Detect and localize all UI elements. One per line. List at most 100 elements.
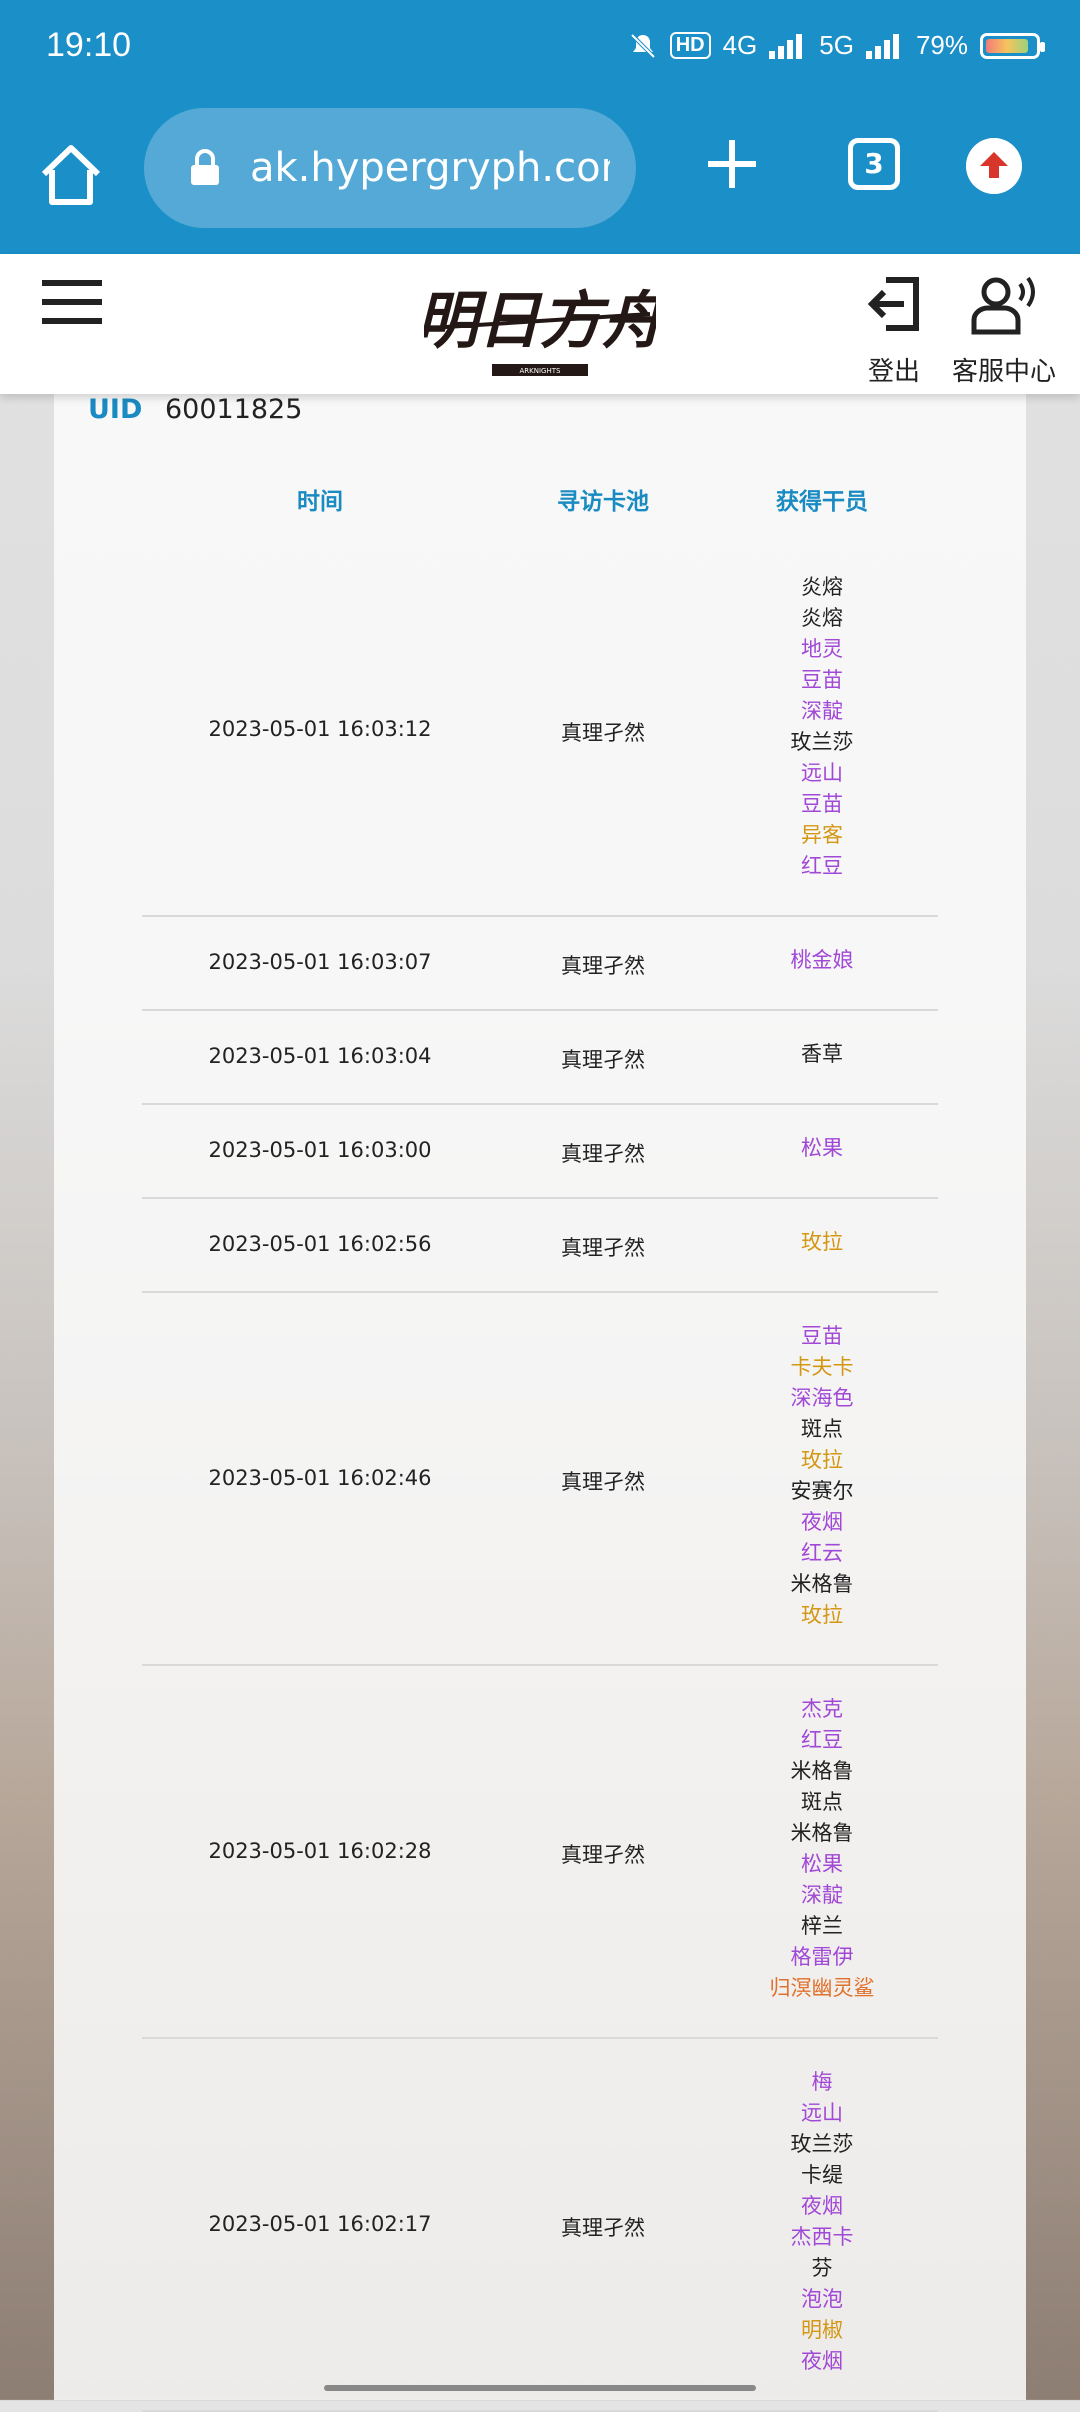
operator-name: 炎熔 xyxy=(801,574,843,599)
table-row: 2023-05-01 16:03:07 真理孑然 桃金娘 xyxy=(142,917,938,1011)
row-operators: 松果 xyxy=(722,1133,922,1164)
operator-name: 归溟幽灵鲨 xyxy=(769,1975,875,2000)
table-row: 2023-05-01 16:03:12 真理孑然 炎熔 炎熔 地灵 豆苗 深靛 玫兰莎 远山 豆苗… xyxy=(142,544,938,917)
logout-button[interactable]: 登出 xyxy=(852,274,936,394)
url-text: ak.hypergryph.com/ xyxy=(250,145,610,191)
network-4g-label: 4G xyxy=(722,30,758,60)
row-pool: 真理孑然 xyxy=(561,2215,645,2240)
table-row: 2023-05-01 16:02:17 真理孑然梅远山 玫兰莎 卡缇 夜烟 杰西卡芬泡泡明… xyxy=(142,2039,938,2412)
battery-percent: 79% xyxy=(915,30,968,60)
table-header: 时间 寻访卡池 获得干员 xyxy=(0,482,1080,516)
operator-name: 深靛 xyxy=(801,1882,843,1907)
network-5g-label: 5G xyxy=(819,30,854,60)
row-pool: 真理孑然 xyxy=(561,1236,645,1260)
mute-bell-icon xyxy=(630,33,656,58)
operator-name: 深靛 xyxy=(801,698,843,723)
table-row: 2023-05-01 16:02:56 真理孑然 玫拉 xyxy=(142,1199,938,1293)
operator-name: 松果 xyxy=(801,1851,843,1876)
row-operators: 豆苗 卡夫卡 深海色 斑点 玫拉 安赛尔 夜烟 红云 米格鲁 玫拉 xyxy=(722,1321,922,1631)
header-time: 时间 xyxy=(297,489,343,515)
customer-service-icon xyxy=(971,276,1035,335)
row-time: 2023-05-01 16:02:28 xyxy=(208,1838,432,1863)
operator-name: 格雷伊 xyxy=(790,1944,854,1969)
operator-name: 炎熔 xyxy=(801,605,843,630)
operator-name: 杰西卡 xyxy=(790,2224,854,2249)
operator-name: 杰克 xyxy=(801,1696,843,1721)
row-pool: 真理孑然 xyxy=(561,1842,645,1867)
row-time: 2023-05-01 16:02:46 xyxy=(208,1465,432,1490)
home-icon[interactable] xyxy=(36,140,106,210)
status-time: 19:10 xyxy=(46,26,132,64)
row-operators: 玫拉 xyxy=(722,1227,922,1258)
operator-name: 梅 xyxy=(811,2069,833,2094)
svg-text:ARKNIGHTS: ARKNIGHTS xyxy=(520,367,562,375)
row-pool: 真理孑然 xyxy=(561,954,645,978)
row-operators: 杰克 红豆 米格鲁 斑点 米格鲁 松果 深靛 梓兰 格雷伊 归溟幽灵鲨 xyxy=(722,1694,922,2004)
signal-icon-2 xyxy=(865,33,904,59)
table-row: 2023-05-01 16:03:00 真理孑然 松果 xyxy=(142,1105,938,1199)
table-row: 2023-05-01 16:02:46 真理孑然 豆苗 卡夫卡 深海色 斑点 玫拉 安赛尔 夜烟… xyxy=(142,1293,938,1666)
row-operators: 炎熔 炎熔 地灵 豆苗 深靛 玫兰莎 远山 豆苗 异客 红豆 xyxy=(722,572,922,882)
operator-name: 香草 xyxy=(801,1041,843,1066)
header-operators: 获得干员 xyxy=(776,489,868,515)
operator-name: 斑点 xyxy=(801,1416,843,1441)
operator-name: 红豆 xyxy=(801,853,843,878)
url-field[interactable]: ak.hypergryph.com/ xyxy=(144,108,636,228)
status-icons: HD 4G 5G 79% xyxy=(628,30,1045,61)
operator-name: 豆苗 xyxy=(801,791,843,816)
logout-label: 登出 xyxy=(867,357,920,387)
battery-icon xyxy=(980,32,1045,59)
row-operators: 桃金娘 xyxy=(722,945,922,976)
row-time: 2023-05-01 16:02:17 xyxy=(208,2211,432,2236)
tab-switcher-button[interactable]: 3 xyxy=(848,138,900,190)
operator-name: 玫拉 xyxy=(801,1602,843,1627)
operator-name: 松果 xyxy=(801,1135,843,1160)
operator-name: 红豆 xyxy=(801,1727,843,1752)
customer-service-button[interactable]: 客服中心 xyxy=(946,274,1062,394)
operator-name: 卡缇 xyxy=(801,2162,843,2187)
row-time: 2023-05-01 16:03:04 xyxy=(208,1044,432,1068)
status-bar: 19:10 HD 4G 5G 79% xyxy=(0,0,1080,100)
row-pool: 真理孑然 xyxy=(561,720,645,745)
operator-name: 芬 xyxy=(811,2255,833,2280)
operator-name: 米格鲁 xyxy=(790,1820,854,1845)
row-operators: 梅远山 玫兰莎 卡缇 夜烟 杰西卡芬泡泡 明椒 夜烟 xyxy=(722,2067,922,2377)
row-operators: 香草 xyxy=(722,1039,922,1070)
operator-name: 梓兰 xyxy=(801,1913,843,1938)
upgrade-arrow-icon[interactable] xyxy=(966,138,1022,194)
row-time: 2023-05-01 16:03:00 xyxy=(208,1138,432,1162)
gesture-bar[interactable] xyxy=(324,2385,756,2391)
operator-name: 玫拉 xyxy=(801,1229,843,1254)
operator-name: 远山 xyxy=(801,2100,843,2125)
row-pool: 真理孑然 xyxy=(561,1142,645,1166)
table-row: 2023-05-01 16:03:04 真理孑然 香草 xyxy=(142,1011,938,1105)
operator-name: 夜烟 xyxy=(801,1509,843,1534)
operator-name: 泡泡 xyxy=(801,2286,843,2311)
row-pool: 真理孑然 xyxy=(561,1048,645,1072)
operator-name: 远山 xyxy=(801,760,843,785)
new-tab-icon[interactable] xyxy=(704,136,760,192)
signal-icon xyxy=(769,33,807,59)
operator-name: 玫兰莎 xyxy=(790,729,854,754)
operator-name: 米格鲁 xyxy=(790,1758,854,1783)
menu-icon[interactable] xyxy=(42,280,102,330)
operator-name: 豆苗 xyxy=(801,1323,843,1348)
operator-name: 夜烟 xyxy=(801,2348,843,2373)
browser-chrome: 19:10 HD 4G 5G 79% ak.hypergryph.co 3 xyxy=(0,0,1080,254)
lock-icon xyxy=(191,149,219,185)
operator-name: 玫拉 xyxy=(801,1447,843,1472)
uid-label: UID xyxy=(88,394,143,425)
row-time: 2023-05-01 16:03:07 xyxy=(208,950,432,974)
operator-name: 米格鲁 xyxy=(790,1571,854,1596)
uid-value: 60011825 xyxy=(164,394,303,425)
operator-name: 异客 xyxy=(801,822,843,847)
hd-badge: HD xyxy=(669,32,711,59)
customer-service-label: 客服中心 xyxy=(951,357,1056,387)
arknights-logo[interactable]: 明日方舟 ARKNIGHTS xyxy=(424,268,656,388)
logout-icon xyxy=(867,277,919,331)
operator-name: 安赛尔 xyxy=(790,1478,854,1503)
operator-name: 明椒 xyxy=(801,2317,843,2342)
header-pool: 寻访卡池 xyxy=(557,489,649,515)
operator-name: 深海色 xyxy=(790,1385,854,1410)
row-pool: 真理孑然 xyxy=(561,1469,645,1494)
